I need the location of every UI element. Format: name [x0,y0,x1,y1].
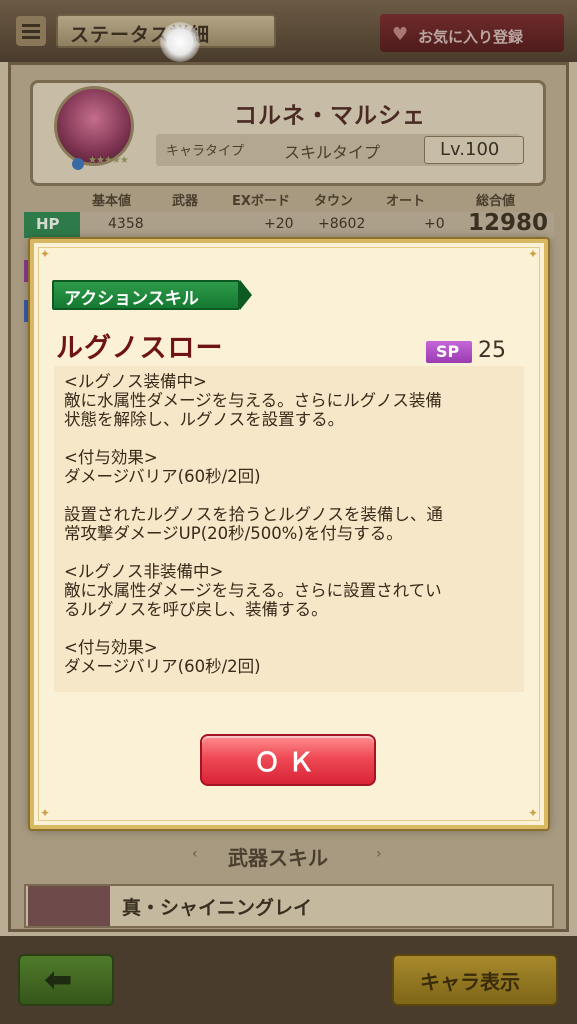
skill-category-label: アクションスキル [64,289,199,309]
back-arrow-icon: ⬅ [44,960,73,1000]
desc-line: 設置されたルグノスを拾うとルグノスを装備し、通 [64,505,443,524]
desc-spacer [64,543,516,562]
desc-spacer [64,619,516,638]
desc-line: 状態を解除し、ルグノスを設置する。 [64,410,345,429]
desc-line: 敵に水属性ダメージを与える。さらに設置されてい [64,581,442,600]
level-value: Lv.100 [440,139,500,160]
desc-spacer [64,429,516,448]
chara-type-label: キャラタイプ [166,144,245,159]
desc-line: 敵に水属性ダメージを与える。さらにルグノス装備 [64,391,442,410]
stat-header-total: 総合値 [476,194,516,209]
stat-header-auto: オート [386,194,426,209]
hp-total: 12980 [468,210,549,236]
hp-label: HP [36,215,60,233]
hp-exboard: +20 [264,216,294,232]
rarity-stars: ★★★★★ [88,155,129,166]
heart-icon: ♥ [392,24,409,45]
corner-ornament-icon: ✦ [527,247,539,261]
sp-label: SP [436,342,460,361]
next-arrow-icon[interactable]: › [376,846,382,862]
stat-header-base: 基本値 [92,194,132,209]
hp-base: 4358 [108,216,144,232]
sp-value: 25 [478,338,506,363]
chara-view-label: キャラ表示 [420,970,520,994]
stat-header-exboard: EXボード [232,194,290,209]
desc-line: <ルグノス非装備中> [64,562,224,581]
desc-line: <付与効果> [64,638,158,657]
skill-description: <ルグノス装備中> 敵に水属性ダメージを与える。さらにルグノス装備 状態を解除し… [64,372,516,676]
weapon-skill-title: 武器スキル [228,846,328,870]
corner-ornament-icon: ✦ [39,247,51,261]
desc-line: ダメージバリア(60秒/2回) [64,657,261,676]
prev-arrow-icon[interactable]: ‹ [192,846,198,862]
desc-line: ダメージバリア(60秒/2回) [64,467,261,486]
character-name: コルネ・マルシェ [234,103,426,129]
element-icon [72,158,84,170]
favorite-label: お気に入り登録 [418,28,524,46]
desc-line: <付与効果> [64,448,158,467]
desc-line: 常攻撃ダメージUP(20秒/500%)を付与する。 [64,524,403,543]
menu-icon[interactable] [16,16,46,46]
desc-line: <ルグノス装備中> [64,372,207,391]
ok-button-label: ＯＫ [253,748,322,778]
weapon-thumbnail [28,886,110,926]
desc-spacer [64,486,516,505]
stat-header-town: タウン [314,194,354,209]
desc-line: るルグノスを呼び戻し、装備する。 [64,600,328,619]
corner-ornament-icon: ✦ [527,806,539,820]
corner-ornament-icon: ✦ [39,806,51,820]
hp-auto: +0 [424,216,445,232]
hp-town: +8602 [318,216,366,232]
touch-indicator-icon [160,22,200,62]
skill-name: ルグノスロー [56,333,224,364]
stat-header-weapon: 武器 [172,194,199,209]
weapon-name: 真・シャイニングレイ [122,897,313,919]
skill-type-label: スキルタイプ [284,143,381,162]
avatar [54,86,134,166]
